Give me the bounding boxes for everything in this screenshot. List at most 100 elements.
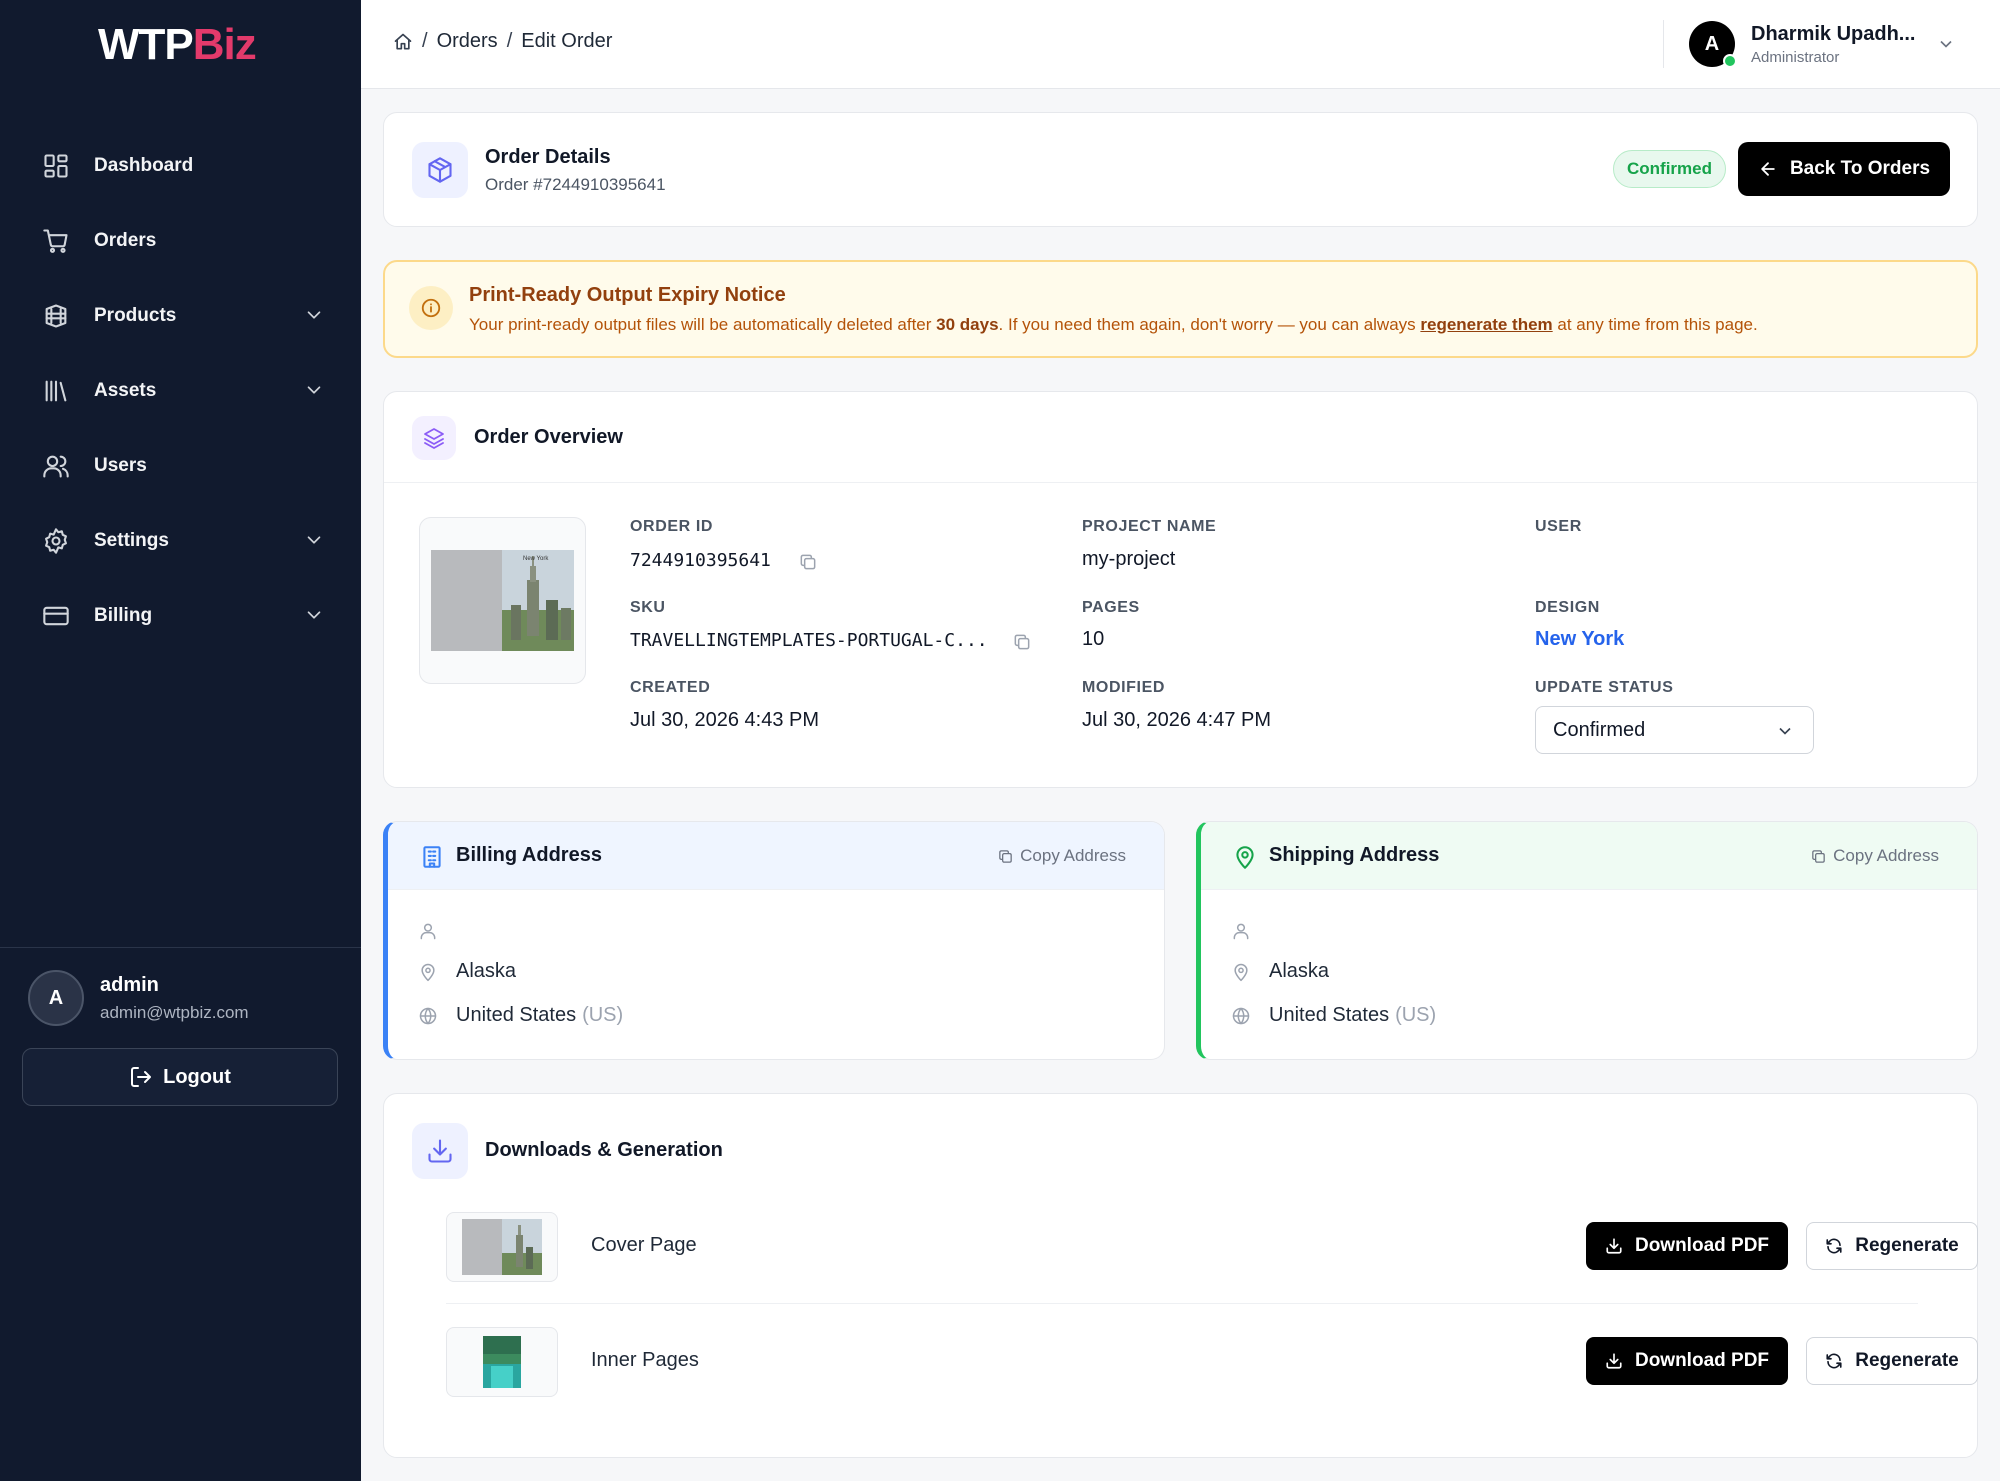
regenerate-label: Regenerate: [1855, 1350, 1959, 1371]
home-icon[interactable]: [393, 32, 413, 52]
online-status-dot: [1723, 54, 1737, 68]
notice-title: Print-Ready Output Expiry Notice: [469, 284, 786, 306]
notice-text-bold: 30 days: [936, 315, 999, 334]
copy-shipping-address-button[interactable]: Copy Address: [1810, 846, 1939, 866]
sidebar-item-products[interactable]: Products: [0, 278, 361, 353]
sidebar-item-users[interactable]: Users: [0, 428, 361, 503]
billing-address-header: Billing Address Copy Address: [388, 822, 1164, 890]
breadcrumb: / Orders / Edit Order: [393, 30, 612, 53]
cover-page-thumbnail: [446, 1212, 558, 1282]
sidebar-item-label: Assets: [94, 379, 157, 401]
shipping-country: United States: [1269, 1004, 1390, 1026]
header-user-menu[interactable]: A Dharmik Upadh... Administrator: [1689, 21, 1915, 68]
downloads-title: Downloads & Generation: [485, 1139, 723, 1161]
shipping-country-row: United States (US): [1231, 1004, 1436, 1027]
brand-logo[interactable]: WTP Biz: [98, 20, 257, 70]
inner-pages-thumbnail: [446, 1327, 558, 1397]
pages-value: 10: [1082, 628, 1105, 650]
sidebar-item-billing[interactable]: Billing: [0, 578, 361, 653]
back-to-orders-button[interactable]: Back To Orders: [1738, 142, 1950, 196]
logo-text-2: Biz: [192, 20, 257, 69]
logout-label: Logout: [163, 1065, 231, 1088]
header-user-info: Dharmik Upadh... Administrator: [1751, 23, 1915, 66]
download-pdf-button[interactable]: Download PDF: [1586, 1222, 1788, 1270]
breadcrumb-separator: /: [422, 30, 428, 52]
inner-thumbnail-image: [483, 1336, 521, 1388]
dashboard-icon: [44, 153, 68, 178]
chevron-down-icon[interactable]: [303, 304, 325, 326]
sku-label: SKU: [630, 599, 666, 616]
downloads-card: Downloads & Generation Cover Page Downlo…: [383, 1093, 1978, 1458]
globe-icon: [1232, 1007, 1250, 1024]
arrow-left-icon: [1761, 162, 1775, 176]
order-id-value: 7244910395641: [630, 550, 771, 571]
logo-text-1: WTP: [98, 20, 194, 69]
chevron-down-icon[interactable]: [303, 529, 325, 551]
billing-state-row: Alaska: [418, 960, 516, 983]
created-value: Jul 30, 2026 4:43 PM: [630, 709, 820, 731]
copy-billing-address-button[interactable]: Copy Address: [997, 846, 1126, 866]
design-label: DESIGN: [1535, 599, 1600, 616]
info-icon: [409, 286, 453, 330]
billing-name-row: [418, 921, 456, 941]
breadcrumb-separator: /: [506, 30, 513, 52]
layers-icon: [424, 428, 444, 449]
logout-button[interactable]: Logout: [22, 1048, 338, 1106]
sidebar-item-label: Settings: [94, 529, 169, 551]
copy-icon[interactable]: [1012, 632, 1032, 652]
sidebar-divider: [0, 947, 361, 948]
order-overview-title: Order Overview: [474, 426, 623, 448]
shipping-state: Alaska: [1269, 960, 1330, 982]
thumbnail-caption: New York: [523, 556, 549, 562]
created-label: CREATED: [630, 679, 711, 696]
sidebar-item-label: Products: [94, 304, 177, 326]
status-select-value: Confirmed: [1553, 718, 1646, 741]
map-pin-icon: [421, 963, 435, 981]
download-row-name: Inner Pages: [591, 1349, 699, 1371]
order-id-label: ORDER ID: [630, 518, 714, 535]
order-overview-card: Order Overview New York ORDER ID 7244910…: [383, 391, 1978, 788]
chevron-down-icon[interactable]: [303, 604, 325, 626]
avatar: A: [1689, 21, 1737, 68]
sidebar-item-settings[interactable]: Settings: [0, 503, 361, 578]
order-details-icon-box: [412, 142, 468, 198]
credit-card-icon: [43, 606, 69, 625]
top-bar: / Orders / Edit Order A Dharmik Upadh...…: [361, 0, 2000, 89]
download-pdf-label: Download PDF: [1634, 1235, 1770, 1256]
design-link[interactable]: New York: [1535, 628, 1624, 651]
regenerate-link[interactable]: regenerate them: [1420, 315, 1552, 334]
modified-label: MODIFIED: [1082, 679, 1166, 696]
copy-icon[interactable]: [798, 552, 818, 572]
billing-address-card: Billing Address Copy Address Alaska Unit…: [383, 821, 1165, 1060]
shipping-country-code: (US): [1395, 1004, 1437, 1026]
billing-state: Alaska: [456, 960, 517, 982]
status-select[interactable]: Confirmed: [1535, 706, 1814, 754]
avatar: A: [28, 970, 84, 1026]
breadcrumb-orders[interactable]: Orders: [437, 30, 498, 53]
sidebar-item-assets[interactable]: Assets: [0, 353, 361, 428]
header-divider: [1663, 20, 1664, 68]
chevron-down-icon[interactable]: [303, 379, 325, 401]
status-badge: Confirmed: [1613, 150, 1726, 188]
gear-icon: [45, 527, 67, 554]
download-row-divider: [446, 1303, 1918, 1304]
refresh-icon: [1826, 1238, 1842, 1254]
user-label: USER: [1535, 518, 1582, 535]
chevron-down-icon[interactable]: [1936, 34, 1956, 54]
update-status-label: UPDATE STATUS: [1535, 679, 1674, 696]
regenerate-button[interactable]: Regenerate: [1806, 1337, 1978, 1385]
regenerate-button[interactable]: Regenerate: [1806, 1222, 1978, 1270]
regenerate-label: Regenerate: [1855, 1235, 1959, 1256]
project-name-label: PROJECT NAME: [1082, 518, 1217, 535]
products-icon: [45, 303, 67, 328]
sidebar-item-dashboard[interactable]: Dashboard: [0, 128, 361, 203]
cart-icon: [43, 228, 68, 253]
sidebar-item-label: Dashboard: [94, 154, 194, 176]
sidebar-item-orders[interactable]: Orders: [0, 203, 361, 278]
notice-text: Your print-ready output files will be au…: [469, 315, 1758, 335]
sidebar-user-info: admin admin@wtpbiz.com: [100, 974, 249, 1023]
back-to-orders-label: Back To Orders: [1789, 158, 1931, 179]
download-pdf-button[interactable]: Download PDF: [1586, 1337, 1788, 1385]
chevron-down-icon: [1779, 727, 1791, 735]
download-row-cover: Cover Page Download PDF Regenerate: [446, 1207, 1978, 1287]
